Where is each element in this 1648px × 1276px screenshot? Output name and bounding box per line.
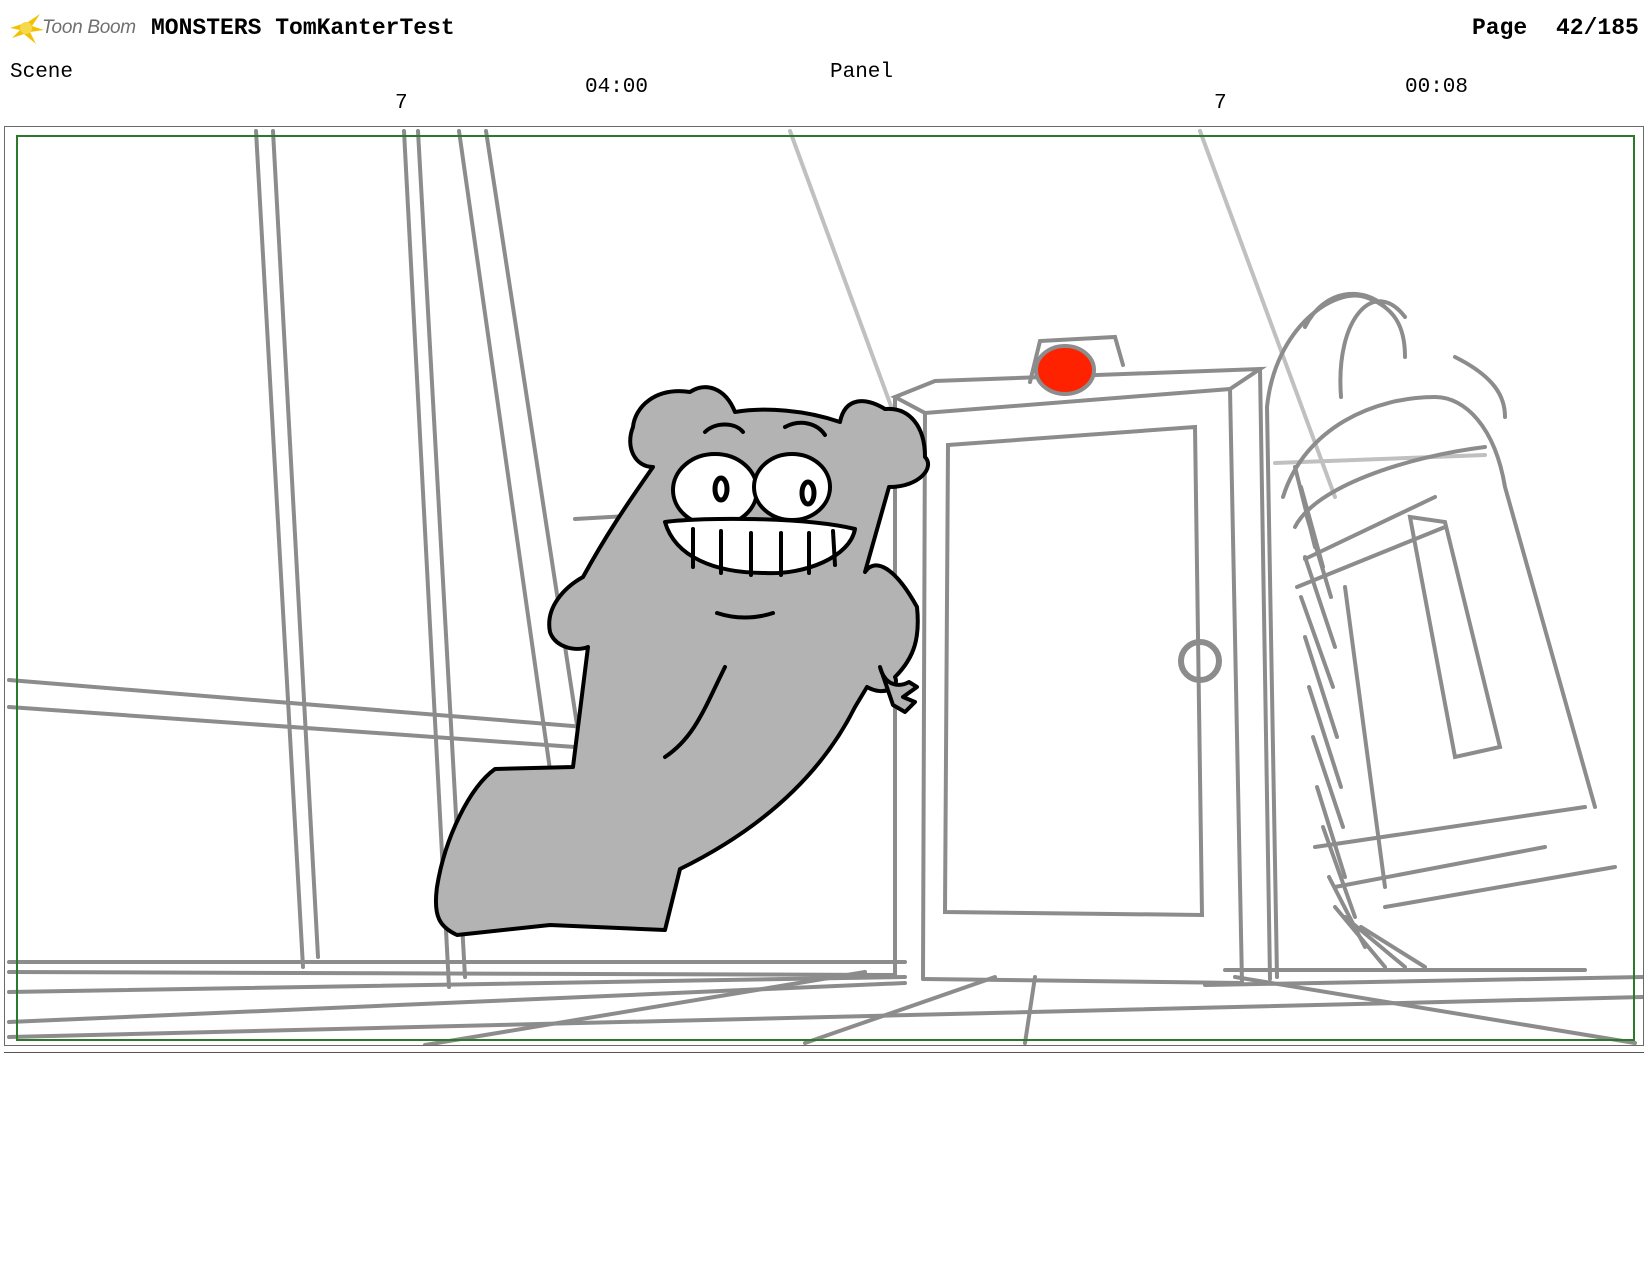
monster-character xyxy=(434,385,931,937)
project-title: MONSTERS TomKanterTest xyxy=(151,15,455,41)
toon-boom-logo: Toon Boom xyxy=(6,10,138,46)
scene-number: 7 xyxy=(395,92,408,115)
panel-drawing xyxy=(7,129,1643,1045)
panel-number: 7 xyxy=(1214,92,1227,115)
scene-label: Scene xyxy=(10,61,74,84)
logo-text: Toon Boom xyxy=(42,17,136,38)
panel-duration: 00:08 xyxy=(1405,76,1469,99)
alarm-light xyxy=(1034,344,1096,396)
panel-label: Panel xyxy=(830,61,894,84)
toon-boom-star-icon xyxy=(10,14,44,44)
page-number: 42/185 xyxy=(1556,15,1639,41)
page-label: Page xyxy=(1472,15,1528,41)
scene-duration: 04:00 xyxy=(585,76,649,99)
storyboard-panel xyxy=(4,126,1644,1046)
panel-divider xyxy=(4,1052,1644,1053)
